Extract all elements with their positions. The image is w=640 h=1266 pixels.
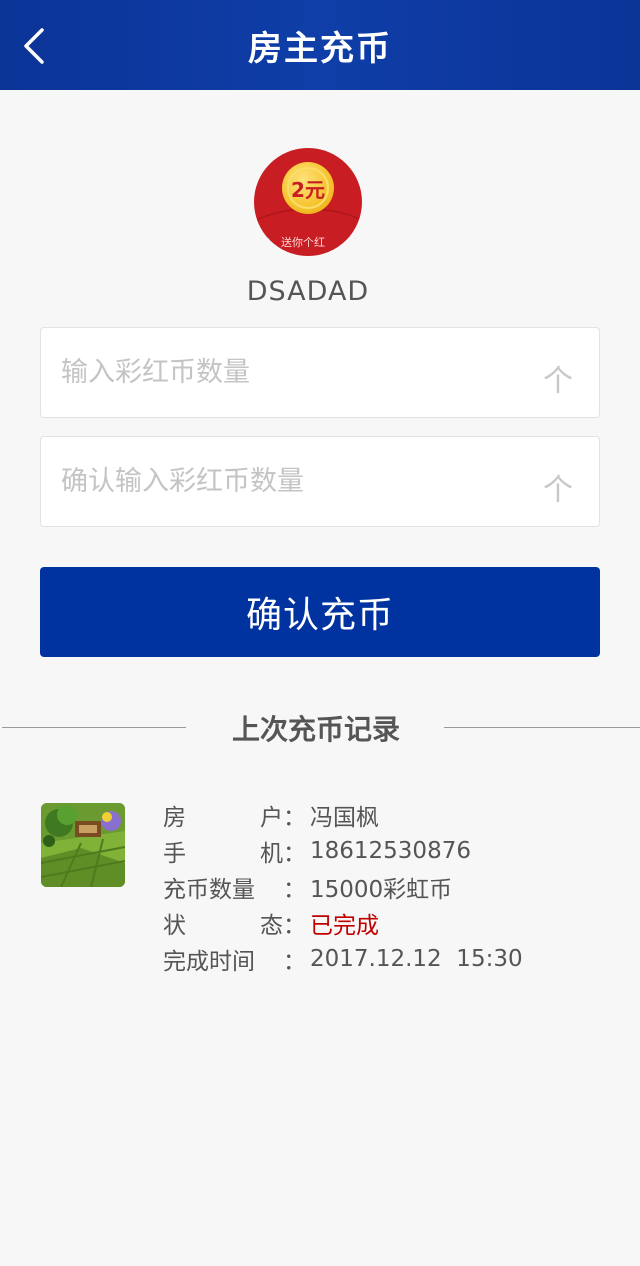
amount-label: 充币数量: [163, 877, 255, 903]
status-badge: 已完成: [310, 913, 379, 939]
time-value: 2017.12.12 15:30: [310, 946, 523, 972]
unit-label: 个: [543, 364, 573, 399]
page-title: 房主充币: [248, 28, 392, 69]
colon: ：: [283, 913, 306, 939]
confirm-amount-input[interactable]: [61, 437, 531, 526]
amount-value: 15000彩虹币: [310, 877, 453, 903]
divider-left: [2, 727, 186, 728]
colon: ：: [283, 949, 306, 975]
time-label: 完成时间: [163, 949, 255, 975]
owner-value: 冯国枫: [310, 805, 379, 831]
status-label-a: 状: [163, 913, 186, 939]
amount-input[interactable]: [61, 328, 531, 417]
phone-value: 18612530876: [310, 838, 471, 864]
back-button[interactable]: [12, 22, 56, 70]
record-row-amount: 充币数量 ： 15000彩虹币: [163, 869, 523, 905]
confirm-recharge-button[interactable]: 确认充币: [40, 567, 600, 657]
record-row-time: 完成时间 ： 2017.12.12 15:30: [163, 941, 523, 977]
phone-label-b: 机: [260, 841, 283, 867]
record-thumbnail: [41, 803, 125, 887]
confirm-amount-field: 个: [40, 436, 600, 527]
record-row-status: 状 态 ： 已完成: [163, 905, 523, 941]
owner-label-b: 户: [260, 805, 283, 831]
envelope-text: 爱的，送你个红: [254, 236, 325, 249]
record-details: 房 户 ： 冯国枫 手 机 ： 18612530876 充币数量 ： 15000…: [163, 797, 523, 977]
divider-right: [444, 727, 640, 728]
avatar: 2元 爱的，送你个红: [254, 148, 362, 256]
unit-label: 个: [543, 473, 573, 508]
status-label-b: 态: [260, 913, 283, 939]
chevron-left-icon: [24, 28, 44, 64]
phone-label-a: 手: [163, 841, 186, 867]
amount-field: 个: [40, 327, 600, 418]
top-bar: 房主充币: [0, 0, 640, 90]
username: DSADAD: [246, 276, 370, 307]
section-title: 上次充币记录: [231, 713, 400, 746]
farm-image: [41, 803, 125, 887]
colon: ：: [283, 805, 306, 831]
colon: ：: [283, 841, 306, 867]
coin-icon: 2元: [282, 162, 334, 214]
colon: ：: [283, 877, 306, 903]
record-row-phone: 手 机 ： 18612530876: [163, 833, 523, 869]
record-row-owner: 房 户 ： 冯国枫: [163, 797, 523, 833]
owner-label-a: 房: [163, 805, 186, 831]
